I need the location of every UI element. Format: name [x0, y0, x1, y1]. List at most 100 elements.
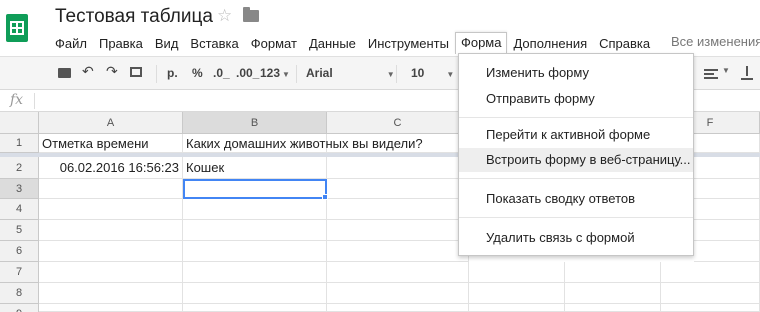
cell-b8[interactable]: [183, 283, 327, 304]
row-header-2[interactable]: 2: [0, 157, 39, 179]
column-header-a[interactable]: A: [39, 112, 183, 134]
cell-e8[interactable]: [565, 283, 661, 304]
cell-f3[interactable]: [694, 179, 760, 199]
cell-b4[interactable]: [183, 199, 327, 220]
cell-a4[interactable]: [39, 199, 183, 220]
sheets-logo[interactable]: [0, 0, 38, 56]
menu-edit[interactable]: Правка: [93, 33, 149, 54]
cell-f7[interactable]: [661, 262, 760, 283]
formula-divider: [34, 93, 35, 109]
save-status[interactable]: Все изменения: [671, 34, 760, 49]
menu-help[interactable]: Справка: [593, 33, 656, 54]
cell-c6[interactable]: [327, 241, 469, 262]
menu-addons[interactable]: Дополнения: [507, 33, 593, 54]
align-left-icon[interactable]: [704, 69, 718, 79]
menu-file[interactable]: Файл: [49, 33, 93, 54]
cell-f2[interactable]: [694, 157, 760, 179]
folder-icon[interactable]: [243, 7, 259, 22]
cell-a7[interactable]: [39, 262, 183, 283]
active-cell-b3[interactable]: [183, 179, 327, 199]
cell-c3[interactable]: [327, 179, 469, 199]
cell-a1[interactable]: Отметка времени: [39, 134, 183, 153]
chevron-down-icon[interactable]: ▼: [722, 66, 730, 75]
redo-icon[interactable]: ↷: [106, 63, 118, 80]
cell-c1[interactable]: [327, 134, 469, 153]
font-family-label: Arial: [306, 66, 333, 80]
cell-c8[interactable]: [327, 283, 469, 304]
cell-a9[interactable]: [39, 304, 183, 312]
row-header-4[interactable]: 4: [0, 199, 39, 220]
fill-handle[interactable]: [322, 194, 328, 200]
cell-b6[interactable]: [183, 241, 327, 262]
cell-a3[interactable]: [39, 179, 183, 199]
menu-item-send-form[interactable]: Отправить форму: [459, 87, 693, 111]
row-header-3[interactable]: 3: [0, 179, 39, 199]
vertical-align-bottom-icon[interactable]: [741, 66, 753, 80]
cell-d9[interactable]: [469, 304, 565, 312]
number-format-label: 123: [260, 66, 281, 80]
menu-insert[interactable]: Вставка: [184, 33, 244, 54]
increase-decimals-button[interactable]: .00_: [236, 66, 259, 80]
cell-e9[interactable]: [565, 304, 661, 312]
cell-d7[interactable]: [469, 262, 565, 283]
percent-format-button[interactable]: %: [192, 66, 203, 80]
menu-view[interactable]: Вид: [149, 33, 185, 54]
menu-item-embed-form[interactable]: Встроить форму в веб-страницу...: [459, 148, 693, 172]
row-header-7[interactable]: 7: [0, 262, 39, 283]
row-header-8[interactable]: 8: [0, 283, 39, 304]
cell-b7[interactable]: [183, 262, 327, 283]
cell-f4[interactable]: [694, 199, 760, 220]
document-title[interactable]: Тестовая таблица: [55, 6, 213, 28]
font-size-dropdown[interactable]: 10 ▼: [411, 66, 454, 80]
cell-c7[interactable]: [327, 262, 469, 283]
cell-f8[interactable]: [661, 283, 760, 304]
chevron-down-icon: ▼: [386, 70, 395, 79]
toolbar-divider: [396, 65, 397, 83]
column-header-c[interactable]: C: [327, 112, 469, 134]
currency-format-button[interactable]: р.: [167, 66, 178, 80]
cell-e7[interactable]: [565, 262, 661, 283]
row-header-1[interactable]: 1: [0, 134, 39, 153]
cell-c5[interactable]: [327, 220, 469, 241]
star-icon[interactable]: ☆: [217, 6, 232, 26]
row-header-5[interactable]: 5: [0, 220, 39, 241]
font-family-dropdown[interactable]: Arial ▼: [306, 66, 395, 80]
number-format-dropdown[interactable]: 123 ▼: [260, 66, 290, 80]
row-header-9[interactable]: 9: [0, 304, 39, 312]
cell-c2[interactable]: [327, 157, 469, 179]
cell-b1[interactable]: Каких домашних животных вы видели?: [183, 134, 423, 153]
cell-a6[interactable]: [39, 241, 183, 262]
cell-f6[interactable]: [694, 241, 760, 262]
cell-b2[interactable]: Кошек: [183, 157, 327, 179]
cell-d8[interactable]: [469, 283, 565, 304]
cell-f5[interactable]: [694, 220, 760, 241]
menu-bar: Файл Правка Вид Вставка Формат Данные Ин…: [49, 32, 656, 54]
cell-f9[interactable]: [661, 304, 760, 312]
paint-format-icon[interactable]: [130, 67, 142, 77]
cell-a2[interactable]: 06.02.2016 16:56:23: [39, 157, 183, 179]
menu-item-edit-form[interactable]: Изменить форму: [459, 61, 693, 85]
cell-c4[interactable]: [327, 199, 469, 220]
print-icon[interactable]: [58, 68, 71, 78]
chevron-down-icon: ▼: [446, 70, 455, 79]
row-header-6[interactable]: 6: [0, 241, 39, 262]
decrease-decimals-button[interactable]: .0_: [213, 66, 230, 80]
cell-a8[interactable]: [39, 283, 183, 304]
menu-form[interactable]: Форма: [454, 32, 508, 54]
cell-c9[interactable]: [327, 304, 469, 312]
cell-b9[interactable]: [183, 304, 327, 312]
menu-separator: [459, 178, 693, 179]
menu-tools[interactable]: Инструменты: [362, 33, 455, 54]
undo-icon[interactable]: ↶: [82, 63, 94, 80]
chevron-down-icon: ▼: [282, 70, 290, 79]
menu-item-go-to-live-form[interactable]: Перейти к активной форме: [459, 123, 693, 147]
menu-data[interactable]: Данные: [303, 33, 362, 54]
cell-b5[interactable]: [183, 220, 327, 241]
column-header-b[interactable]: B: [183, 112, 327, 134]
menu-item-show-summary[interactable]: Показать сводку ответов: [459, 187, 693, 211]
menu-item-unlink-form[interactable]: Удалить связь с формой: [459, 226, 693, 250]
cell-a5[interactable]: [39, 220, 183, 241]
toolbar-divider: [156, 65, 157, 83]
menu-format[interactable]: Формат: [245, 33, 303, 54]
select-all-corner[interactable]: [0, 112, 39, 134]
